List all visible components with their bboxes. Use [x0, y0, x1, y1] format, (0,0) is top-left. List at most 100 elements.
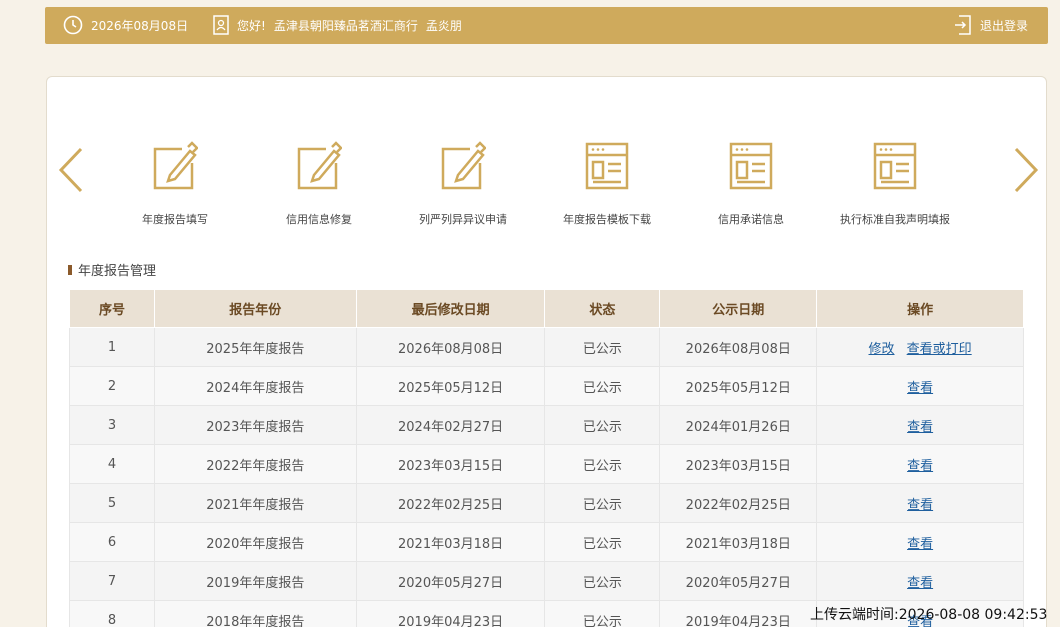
menu-template-download[interactable]: 年度报告模板下载	[535, 141, 679, 227]
view-link[interactable]: 查看	[907, 498, 933, 513]
user-greeting: 您好! 孟津县朝阳臻品茗酒汇商行 孟炎朋	[213, 15, 470, 35]
menu-label: 信用信息修复	[286, 213, 352, 226]
table-header-row: 序号 报告年份 最后修改日期 状态 公示日期 操作	[69, 289, 1024, 328]
menu-annual-report-fill[interactable]: 年度报告填写	[103, 141, 247, 227]
section-marker	[68, 264, 72, 275]
cell-no: 8	[69, 600, 155, 627]
view-link[interactable]: 查看	[907, 459, 933, 474]
cell-modified: 2021年03月18日	[355, 522, 546, 562]
document-icon	[585, 142, 629, 190]
carousel-prev-icon[interactable]	[57, 147, 85, 193]
cell-actions: 查看	[816, 366, 1024, 406]
cell-year: 2020年年度报告	[153, 522, 357, 562]
view-print-link[interactable]: 查看或打印	[907, 342, 972, 357]
table-row: 6 2020年年度报告 2021年03月18日 已公示 2021年03月18日 …	[69, 522, 1024, 562]
col-header-no: 序号	[69, 289, 155, 328]
cell-no: 5	[69, 483, 155, 523]
menu-label: 年度报告填写	[142, 213, 208, 226]
menu-objection-apply[interactable]: 列严列异异议申请	[391, 141, 535, 227]
view-link[interactable]: 查看	[907, 576, 933, 591]
cell-modified: 2023年03月15日	[355, 444, 546, 484]
cell-no: 2	[69, 366, 155, 406]
cell-modified: 2025年05月12日	[355, 366, 546, 406]
view-link[interactable]: 查看	[907, 537, 933, 552]
cell-modified: 2024年02月27日	[355, 405, 546, 445]
table-row: 4 2022年年度报告 2023年03月15日 已公示 2023年03月15日 …	[69, 444, 1024, 484]
document-icon	[729, 142, 773, 190]
cell-status: 已公示	[544, 444, 661, 484]
logout-icon	[954, 15, 971, 35]
cell-actions: 修改 查看或打印	[816, 327, 1024, 367]
edit-link[interactable]: 修改	[869, 342, 895, 357]
greeting-text: 您好!	[237, 18, 266, 33]
cell-status: 已公示	[544, 600, 661, 627]
menu-standard-declaration[interactable]: 执行标准自我声明填报	[823, 141, 967, 227]
cell-year: 2019年年度报告	[153, 561, 357, 601]
table-row: 2 2024年年度报告 2025年05月12日 已公示 2025年05月12日 …	[69, 366, 1024, 406]
current-date: 2026年08月08日	[91, 18, 189, 33]
cell-published: 2024年01月26日	[659, 405, 818, 445]
edit-icon	[153, 141, 198, 190]
col-header-actions: 操作	[816, 289, 1024, 328]
col-header-published: 公示日期	[659, 289, 818, 328]
table-row: 1 2025年年度报告 2026年08月08日 已公示 2026年08月08日 …	[69, 327, 1024, 367]
cell-no: 7	[69, 561, 155, 601]
menu-label: 列严列异异议申请	[419, 213, 507, 226]
cell-year: 2022年年度报告	[153, 444, 357, 484]
cell-modified: 2020年05月27日	[355, 561, 546, 601]
table-row: 3 2023年年度报告 2024年02月27日 已公示 2024年01月26日 …	[69, 405, 1024, 445]
cell-status: 已公示	[544, 327, 661, 367]
cell-published: 2023年03月15日	[659, 444, 818, 484]
cell-status: 已公示	[544, 483, 661, 523]
cell-actions: 查看	[816, 522, 1024, 562]
cell-no: 6	[69, 522, 155, 562]
cell-modified: 2019年04月23日	[355, 600, 546, 627]
cell-status: 已公示	[544, 366, 661, 406]
document-icon	[873, 142, 917, 190]
cell-no: 1	[69, 327, 155, 367]
cell-year: 2025年年度报告	[153, 327, 357, 367]
section-title-text: 年度报告管理	[78, 264, 157, 279]
date-display: 2026年08月08日	[63, 15, 188, 35]
cell-actions: 查看	[816, 444, 1024, 484]
cell-actions: 查看	[816, 405, 1024, 445]
table-row: 7 2019年年度报告 2020年05月27日 已公示 2020年05月27日 …	[69, 561, 1024, 601]
cell-no: 3	[69, 405, 155, 445]
user-card-icon	[213, 15, 229, 35]
cell-no: 4	[69, 444, 155, 484]
col-header-modified: 最后修改日期	[355, 289, 546, 328]
menu-label: 执行标准自我声明填报	[840, 213, 950, 226]
section-title: 年度报告管理	[68, 260, 156, 279]
col-header-status: 状态	[544, 289, 661, 328]
carousel-next-icon[interactable]	[1012, 147, 1040, 193]
cell-published: 2021年03月18日	[659, 522, 818, 562]
cell-modified: 2022年02月25日	[355, 483, 546, 523]
menu-credit-repair[interactable]: 信用信息修复	[247, 141, 391, 227]
clock-icon	[63, 15, 83, 35]
top-bar: 2026年08月08日 您好! 孟津县朝阳臻品茗酒汇商行 孟炎朋 退出登录	[45, 7, 1048, 44]
upload-time-watermark: 上传云端时间:2026-08-08 09:42:53	[810, 607, 1048, 623]
cell-published: 2020年05月27日	[659, 561, 818, 601]
view-link[interactable]: 查看	[907, 381, 933, 396]
cell-status: 已公示	[544, 522, 661, 562]
cell-year: 2021年年度报告	[153, 483, 357, 523]
edit-icon	[297, 141, 342, 190]
annual-report-table: 序号 报告年份 最后修改日期 状态 公示日期 操作 1 2025年年度报告 20…	[69, 289, 1024, 627]
company-name: 孟津县朝阳臻品茗酒汇商行	[273, 18, 418, 33]
menu-label: 信用承诺信息	[718, 213, 784, 226]
cell-year: 2018年年度报告	[153, 600, 357, 627]
user-name: 孟炎朋	[425, 18, 462, 33]
cell-modified: 2026年08月08日	[355, 327, 546, 367]
cell-published: 2022年02月25日	[659, 483, 818, 523]
view-link[interactable]: 查看	[907, 420, 933, 435]
cell-published: 2026年08月08日	[659, 327, 818, 367]
cell-year: 2024年年度报告	[153, 366, 357, 406]
logout-label: 退出登录	[979, 18, 1028, 33]
cell-published: 2019年04月23日	[659, 600, 818, 627]
edit-icon	[441, 141, 486, 190]
cell-year: 2023年年度报告	[153, 405, 357, 445]
cell-actions: 查看	[816, 561, 1024, 601]
menu-credit-commitment[interactable]: 信用承诺信息	[679, 141, 823, 227]
logout-button[interactable]: 退出登录	[954, 15, 1028, 35]
table-row: 5 2021年年度报告 2022年02月25日 已公示 2022年02月25日 …	[69, 483, 1024, 523]
